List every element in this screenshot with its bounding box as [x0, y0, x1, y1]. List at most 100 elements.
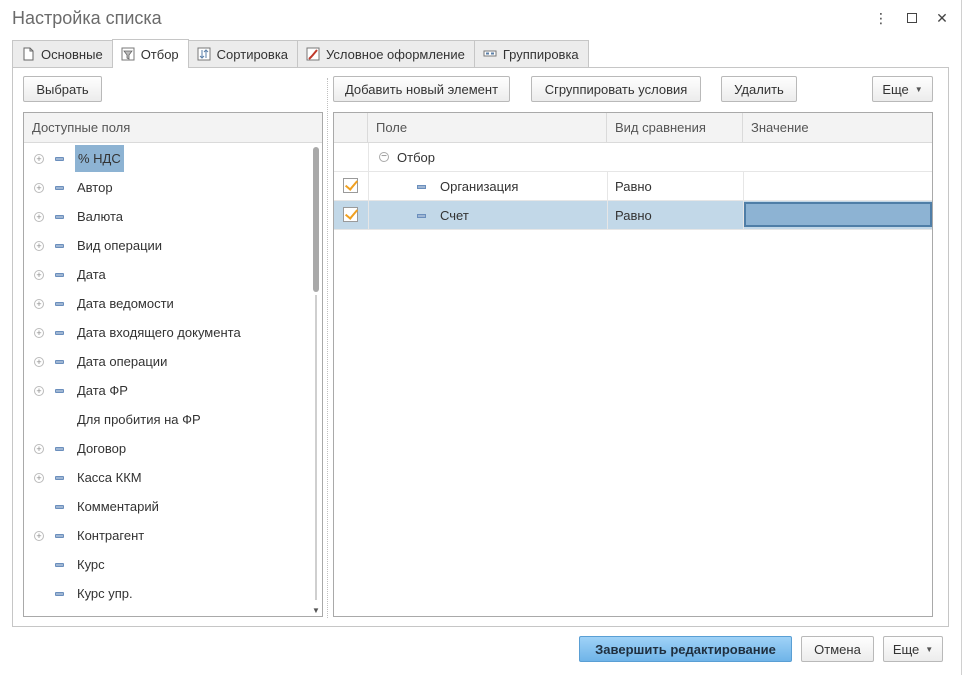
column-divider [743, 172, 744, 229]
more-label: Еще [892, 641, 920, 657]
list-item-label: Дата [77, 267, 106, 282]
list-header: Доступные поля [24, 113, 322, 143]
list-item-label: Автор [77, 180, 113, 195]
field-icon [55, 447, 64, 451]
filter-grid[interactable]: Поле Вид сравнения Значение − Отбор Орга… [333, 112, 933, 617]
more-button[interactable]: Еще ▼ [872, 76, 933, 102]
splitter[interactable] [327, 78, 328, 618]
tab-conditional-format[interactable]: Условное оформление [297, 40, 475, 67]
select-button[interactable]: Выбрать [23, 76, 102, 102]
row-checkbox[interactable] [343, 207, 358, 222]
tab-sort[interactable]: Сортировка [187, 40, 299, 67]
add-element-button[interactable]: Добавить новый элемент [333, 76, 510, 102]
group-conditions-button[interactable]: Сгруппировать условия [531, 76, 701, 102]
list-item[interactable]: + Дата [24, 260, 310, 289]
list-item-label: Дата ведомости [77, 296, 174, 311]
expand-icon[interactable]: + [34, 530, 44, 541]
tab-label: Сортировка [216, 46, 289, 62]
list-item[interactable]: + Касса ККМ [24, 463, 310, 492]
field-icon [55, 534, 64, 538]
row-comparison[interactable]: Равно [615, 172, 652, 201]
expand-icon[interactable]: + [34, 240, 44, 251]
field-icon [55, 592, 64, 596]
row-comparison[interactable]: Равно [615, 201, 652, 230]
delete-button[interactable]: Удалить [721, 76, 797, 102]
list-item[interactable]: + % НДС [24, 144, 310, 173]
footer-more-button[interactable]: Еще ▼ [883, 636, 943, 662]
value-input[interactable] [744, 202, 932, 227]
expand-icon[interactable]: + [34, 269, 44, 280]
field-icon [417, 185, 426, 189]
list-item[interactable]: Курс упр. [24, 579, 310, 608]
scrollbar-thumb[interactable] [313, 147, 319, 292]
scrollbar-track[interactable] [315, 295, 317, 600]
expand-icon[interactable]: + [34, 385, 44, 396]
list-item-label: Вид операции [77, 238, 163, 253]
field-icon [55, 215, 64, 219]
expand-icon[interactable]: + [34, 182, 44, 193]
tab-basic[interactable]: Основные [12, 40, 113, 67]
column-header-comparison[interactable]: Вид сравнения [607, 113, 743, 143]
tab-bar: Основные Отбор Сортировка Условное оформ… [12, 39, 589, 68]
column-divider [368, 143, 369, 229]
table-row-selected[interactable]: Счет Равно [334, 201, 932, 230]
field-icon [55, 563, 64, 567]
list-item[interactable]: + Вид операции [24, 231, 310, 260]
row-checkbox[interactable] [343, 178, 358, 193]
list-item-label: Контрагент [77, 528, 145, 543]
field-icon [55, 273, 64, 277]
list-item[interactable]: + Дата ФР [24, 376, 310, 405]
column-divider [607, 172, 608, 229]
sort-icon [197, 47, 211, 61]
expand-icon[interactable]: + [34, 443, 44, 454]
list-item[interactable]: + Валюта [24, 202, 310, 231]
list-item-label: Дата ФР [77, 383, 128, 398]
close-icon[interactable]: ✕ [932, 8, 952, 28]
tab-grouping[interactable]: Группировка [473, 40, 589, 67]
tab-label: Отбор [140, 46, 179, 62]
finish-editing-button[interactable]: Завершить редактирование [579, 636, 792, 662]
list-item[interactable]: Комментарий [24, 492, 310, 521]
expand-icon[interactable]: + [34, 211, 44, 222]
field-icon [55, 476, 64, 480]
cancel-button[interactable]: Отмена [801, 636, 874, 662]
list-item[interactable]: + Контрагент [24, 521, 310, 550]
column-header-field[interactable]: Поле [368, 113, 607, 143]
tab-filter[interactable]: Отбор [111, 39, 189, 68]
list-item[interactable]: + Договор [24, 434, 310, 463]
table-row[interactable]: Организация Равно [334, 172, 932, 201]
list-item[interactable]: + Дата операции [24, 347, 310, 376]
field-icon [55, 302, 64, 306]
list-item[interactable]: + Дата ведомости [24, 289, 310, 318]
document-icon [21, 47, 35, 61]
row-field: Счет [440, 208, 469, 223]
field-icon [55, 505, 64, 509]
more-label: Еще [882, 81, 909, 97]
more-vertical-icon[interactable]: ⋮ [871, 8, 891, 28]
tab-label: Основные [41, 46, 103, 62]
dropdown-caret-icon: ▼ [914, 84, 923, 94]
row-field: Организация [440, 179, 519, 194]
list-item[interactable]: Курс [24, 550, 310, 579]
collapse-icon[interactable]: − [379, 152, 389, 162]
vertical-scrollbar[interactable]: ▼ [312, 145, 320, 615]
dropdown-caret-icon: ▼ [925, 644, 934, 654]
list-item-label: Курс упр. [77, 586, 133, 601]
expand-icon[interactable]: + [34, 356, 44, 367]
list-item-label: Договор [77, 441, 127, 456]
scroll-down-icon[interactable]: ▼ [312, 606, 320, 615]
maximize-icon[interactable] [902, 8, 922, 28]
group-icon [483, 47, 497, 61]
check-column-header [334, 113, 368, 143]
list-item[interactable]: Для пробития на ФР [24, 405, 310, 434]
list-item-label: Валюта [77, 209, 123, 224]
list-item[interactable]: + Дата входящего документа [24, 318, 310, 347]
group-row[interactable]: − Отбор [334, 143, 932, 172]
list-item[interactable]: + Автор [24, 173, 310, 202]
available-fields-list[interactable]: Доступные поля + % НДС + Автор + Валюта + Вид о… [23, 112, 323, 617]
column-header-value[interactable]: Значение [743, 113, 932, 143]
expand-icon[interactable]: + [34, 327, 44, 338]
expand-icon[interactable]: + [34, 472, 44, 483]
expand-icon[interactable]: + [34, 298, 44, 309]
expand-icon[interactable]: + [34, 153, 44, 164]
